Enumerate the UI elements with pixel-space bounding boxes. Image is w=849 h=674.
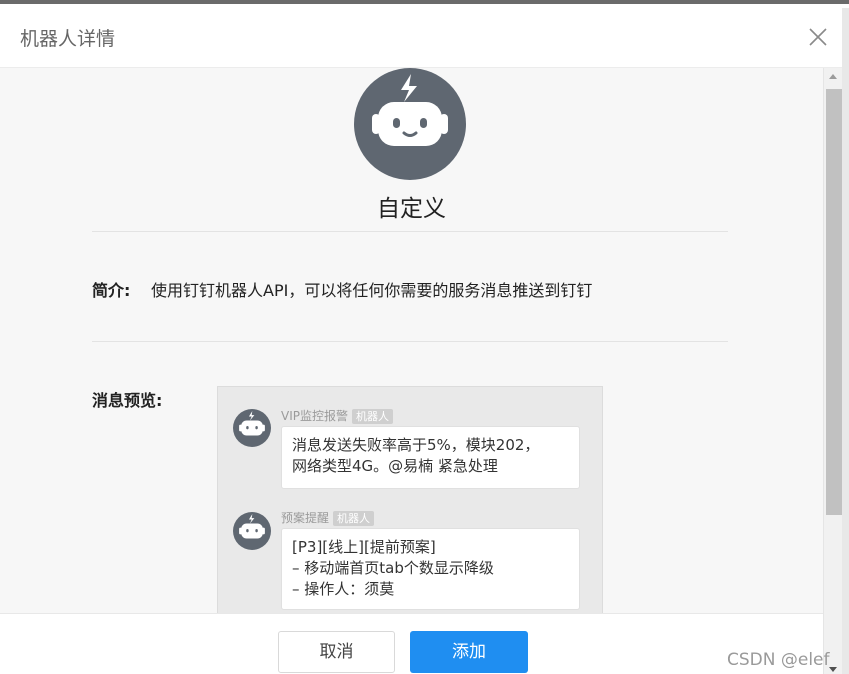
robot-name: 自定义 [377,196,446,222]
window-edge [842,8,849,674]
close-icon[interactable] [807,26,829,48]
dialog-body: 自定义 简介: 使用钉钉机器人API，可以将任何你需要的服务消息推送到钉钉 消息… [0,68,823,613]
message-bubble: [P3][线上][提前预案] – 移动端首页tab个数显示降级 – 操作人：须莫 [281,528,580,610]
divider [92,231,728,232]
intro-text: 使用钉钉机器人API，可以将任何你需要的服务消息推送到钉钉 [151,281,593,300]
sender-name: VIP监控报警 [281,409,348,423]
dialog-footer: 取消 添加 [0,613,823,674]
divider [92,341,728,342]
robot-icon [372,74,448,146]
message-line: – 操作人：须莫 [292,580,395,598]
message-line: [P3][线上][提前预案] [292,538,436,556]
scroll-thumb[interactable] [826,89,842,515]
scroll-down-icon[interactable] [829,667,837,672]
robot-avatar [354,68,466,180]
watermark: CSDN @elef [727,650,830,670]
robot-detail-dialog: 机器人详情 自定义 简介: 使用钉钉机器人API，可以将任何你需要的服务消息推送… [0,0,849,674]
robot-icon [233,409,271,447]
dialog-title: 机器人详情 [20,28,116,50]
message-line: 消息发送失败率高于5%，模块202， [292,436,540,454]
message-line: – 移动端首页tab个数显示降级 [292,559,494,577]
message-preview: VIP监控报警 机器人 消息发送失败率高于5%，模块202， 网络类型4G。@易楠… [217,386,603,613]
dialog-header: 机器人详情 [0,8,849,68]
robot-tag: 机器人 [333,511,375,526]
sender-name: 预案提醒 [281,511,330,525]
message-line: 网络类型4G。@易楠 紧急处理 [292,457,498,475]
intro-label: 简介: [92,281,131,300]
vertical-scrollbar[interactable] [823,68,842,674]
add-button[interactable]: 添加 [410,631,528,673]
robot-tag: 机器人 [352,409,393,424]
message-sender: VIP监控报警 机器人 [281,407,393,424]
preview-label: 消息预览: [92,391,163,410]
message-bubble: 消息发送失败率高于5%，模块202， 网络类型4G。@易楠 紧急处理 [281,426,580,489]
robot-icon [233,512,271,550]
scroll-up-icon[interactable] [829,74,837,79]
cancel-button[interactable]: 取消 [278,631,395,673]
message-sender: 预案提醒 机器人 [281,509,375,526]
